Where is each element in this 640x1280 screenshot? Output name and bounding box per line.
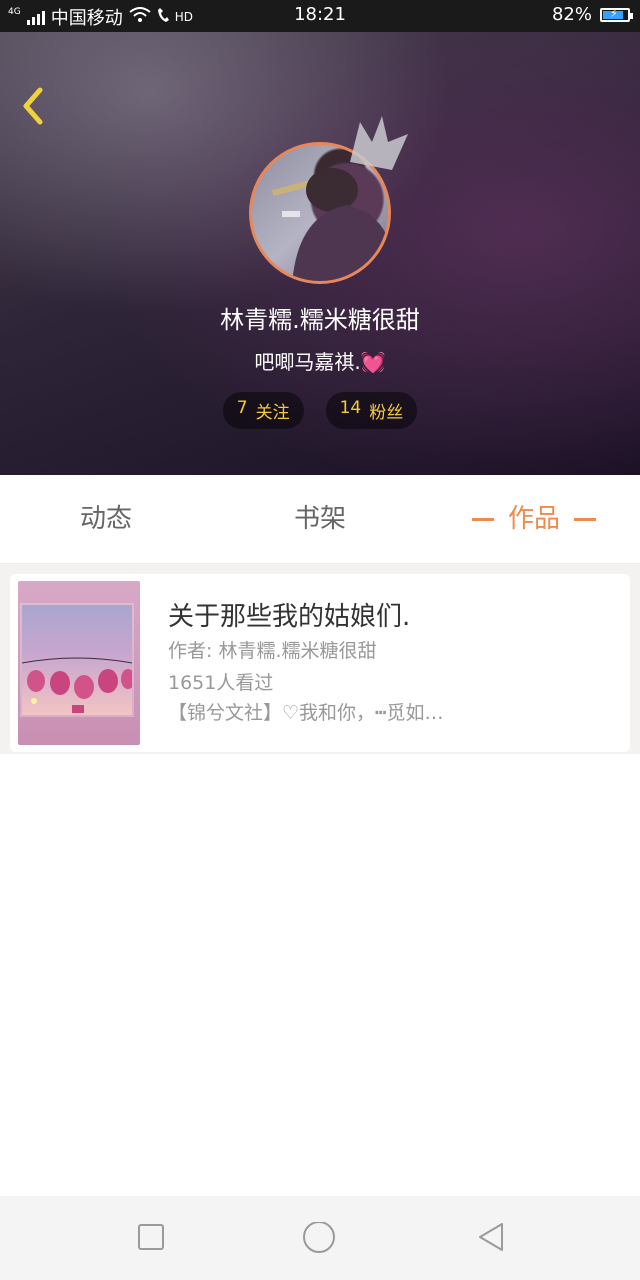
tab-label: 书架 — [293, 504, 346, 534]
status-bar: 4G 中国移动 HD 18:21 82% ⚡ — [0, 0, 640, 32]
following-button[interactable]: 7 关注 — [222, 392, 304, 429]
book-author: 作者: 林青糯.糯米糖很甜 — [168, 640, 377, 662]
followers-button[interactable]: 14 粉丝 — [325, 392, 418, 429]
cover-art — [21, 605, 135, 715]
heart-icon: 💓 — [360, 350, 386, 374]
tab-indicator-left — [471, 518, 494, 521]
following-label: 关注 — [255, 403, 290, 423]
book-card[interactable]: 关于那些我的姑娘们. 作者: 林青糯.糯米糖很甜 1651人看过 【锦兮文社】♡… — [10, 574, 630, 752]
home-button[interactable] — [302, 1221, 336, 1260]
profile-stats: 7 关注 14 粉丝 — [0, 392, 640, 429]
book-tags: 【锦兮文社】♡我和你，┅觅如… — [168, 702, 444, 724]
battery-icon: ⚡ — [600, 6, 633, 22]
tab-label: 作品 — [507, 504, 560, 534]
book-views: 1651人看过 — [168, 672, 274, 694]
crown-icon — [350, 116, 408, 170]
works-list: 关于那些我的姑娘们. 作者: 林青糯.糯米糖很甜 1651人看过 【锦兮文社】♡… — [0, 564, 640, 1196]
circle-icon — [303, 1221, 335, 1253]
content-background — [0, 754, 640, 1196]
following-count: 7 — [236, 398, 248, 418]
tab-works[interactable]: 作品 — [440, 475, 628, 563]
book-title: 关于那些我的姑娘们. — [168, 602, 411, 632]
recent-apps-button[interactable] — [136, 1222, 166, 1256]
triangle-back-icon — [479, 1223, 503, 1251]
tab-indicator-right — [574, 518, 596, 521]
followers-label: 粉丝 — [369, 403, 404, 423]
back-button[interactable] — [18, 84, 58, 125]
profile-signature: 吧唧马嘉祺.💓 — [0, 346, 640, 375]
followers-count: 14 — [339, 398, 362, 418]
book-cover[interactable] — [18, 581, 140, 745]
chevron-left-icon — [23, 87, 43, 125]
back-nav-button[interactable] — [476, 1222, 506, 1256]
clock: 18:21 — [294, 4, 346, 25]
tab-bookshelf[interactable]: 书架 — [234, 475, 406, 563]
cover-illustration — [21, 657, 135, 713]
status-right: 82% ⚡ — [551, 4, 633, 25]
tab-dynamics[interactable]: 动态 — [20, 475, 192, 563]
profile-tabs: 动态 书架 作品 — [0, 475, 640, 564]
profile-name: 林青糯.糯米糖很甜 — [220, 306, 420, 334]
signature-text: 吧唧马嘉祺. — [254, 350, 361, 374]
tab-label: 动态 — [79, 504, 132, 534]
charging-icon: ⚡ — [610, 6, 618, 20]
system-nav-bar — [0, 1196, 640, 1280]
profile-header: 林青糯.糯米糖很甜 吧唧马嘉祺.💓 7 关注 14 粉丝 — [0, 32, 640, 475]
battery-percent: 82% — [551, 4, 592, 25]
square-icon — [138, 1224, 164, 1250]
